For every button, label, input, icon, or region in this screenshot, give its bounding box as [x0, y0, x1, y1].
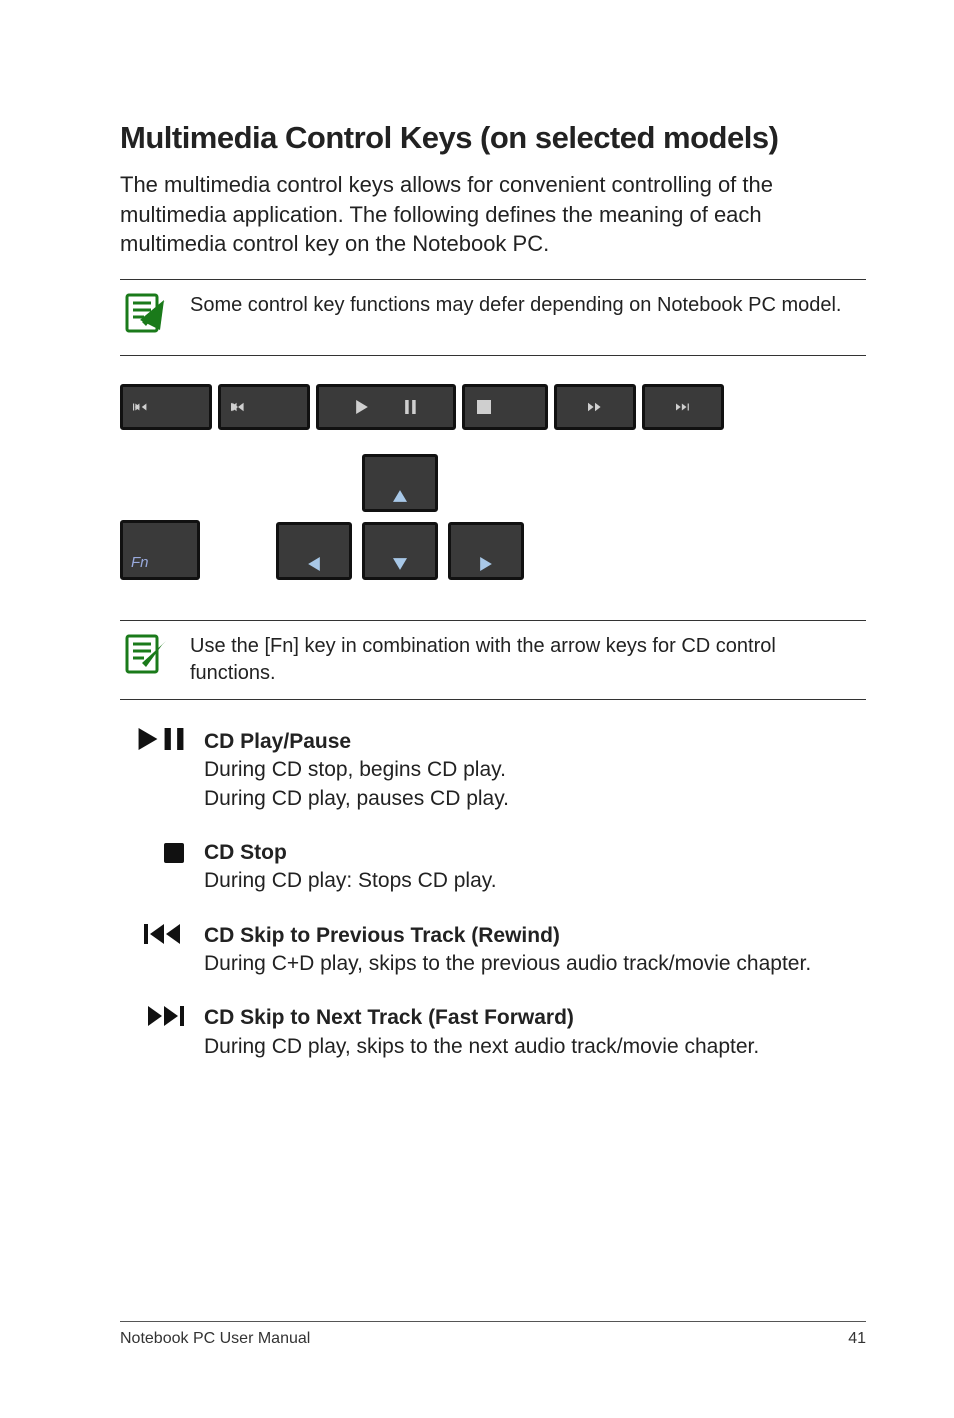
def-stop: CD Stop During CD play: Stops CD play.: [120, 839, 866, 896]
arrow-keys: [276, 454, 524, 580]
note-icon: [120, 290, 168, 343]
note-icon: [120, 631, 168, 684]
fn-arrow-cluster: Fn: [120, 454, 866, 580]
note-box-1: Some control key functions may defer dep…: [120, 279, 866, 356]
key-skip-previous: [120, 384, 212, 430]
key-skip-next: [642, 384, 724, 430]
key-stop: [462, 384, 548, 430]
key-arrow-right: [448, 522, 524, 580]
media-key-bar: [120, 384, 866, 430]
key-rewind: [218, 384, 310, 430]
page-footer: Notebook PC User Manual 41: [120, 1321, 866, 1348]
key-fast-forward: [554, 384, 636, 430]
def-play-pause: CD Play/Pause During CD stop, begins CD …: [120, 728, 866, 813]
def-play-title: CD Play/Pause: [204, 730, 351, 753]
note-box-2: Use the [Fn] key in combination with the…: [120, 620, 866, 700]
key-arrow-down: [362, 522, 438, 580]
lead-paragraph: The multimedia control keys allows for c…: [120, 170, 866, 259]
def-prev-line1: During C+D play, skips to the previous a…: [204, 952, 811, 975]
footer-left: Notebook PC User Manual: [120, 1330, 310, 1348]
def-stop-title: CD Stop: [204, 841, 287, 864]
fn-label: Fn: [131, 554, 149, 571]
def-prev: CD Skip to Previous Track (Rewind) Durin…: [120, 922, 866, 979]
key-play-pause: [316, 384, 456, 430]
def-next-line1: During CD play, skips to the next audio …: [204, 1035, 759, 1058]
def-prev-title: CD Skip to Previous Track (Rewind): [204, 924, 560, 947]
note-text-1: Some control key functions may defer dep…: [190, 290, 841, 319]
def-play-line2: During CD play, pauses CD play.: [204, 787, 509, 810]
def-next: CD Skip to Next Track (Fast Forward) Dur…: [120, 1004, 866, 1061]
section-heading: Multimedia Control Keys (on selected mod…: [120, 120, 866, 156]
def-play-line1: During CD stop, begins CD play.: [204, 758, 506, 781]
skip-previous-icon: [120, 922, 184, 946]
key-fn: Fn: [120, 520, 200, 580]
footer-page-number: 41: [848, 1330, 866, 1348]
note-text-2: Use the [Fn] key in combination with the…: [190, 631, 866, 687]
stop-icon: [120, 839, 184, 863]
play-pause-icon: [120, 728, 184, 750]
def-stop-line1: During CD play: Stops CD play.: [204, 869, 497, 892]
definitions-list: CD Play/Pause During CD stop, begins CD …: [120, 728, 866, 1061]
skip-next-icon: [120, 1004, 184, 1028]
def-next-title: CD Skip to Next Track (Fast Forward): [204, 1006, 574, 1029]
key-arrow-up: [362, 454, 438, 512]
key-arrow-left: [276, 522, 352, 580]
